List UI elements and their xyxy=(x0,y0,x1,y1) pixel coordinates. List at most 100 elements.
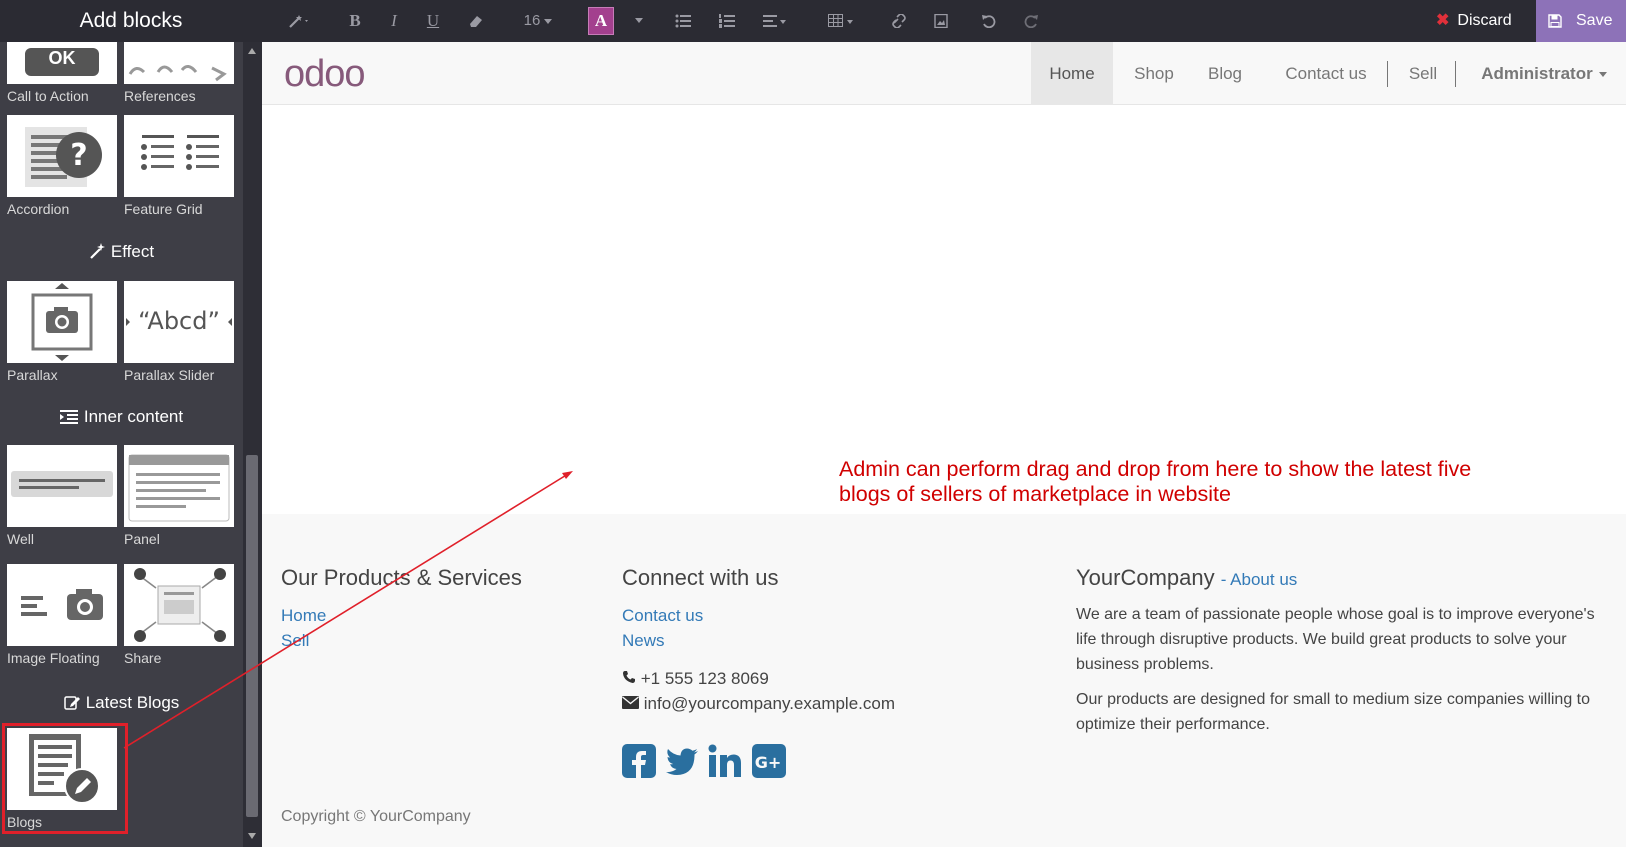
magic-wand-icon xyxy=(90,243,105,259)
section-inner-content: Inner content xyxy=(0,407,243,427)
nav-item-sell[interactable]: Sell xyxy=(1398,42,1448,105)
twitter-icon[interactable] xyxy=(665,744,699,778)
footer-about-paragraph-1: We are a team of passionate people whose… xyxy=(1076,606,1595,673)
website-footer: Our Products & Services Home Sell Connec… xyxy=(262,514,1626,847)
numbered-list-icon[interactable] xyxy=(714,7,740,35)
font-size-dropdown[interactable]: 16 xyxy=(516,7,560,35)
image-icon[interactable] xyxy=(928,7,954,35)
snippet-call-to-action[interactable]: OK Call to Action xyxy=(7,42,117,104)
footer-phone-text: +1 555 123 8069 xyxy=(640,669,769,688)
color-dropdown-caret[interactable] xyxy=(630,7,648,35)
footer-email-text: info@yourcompany.example.com xyxy=(643,694,896,713)
envelope-icon xyxy=(622,696,639,709)
nav-item-shop[interactable]: Shop xyxy=(1124,42,1184,105)
footer-link-news[interactable]: News xyxy=(622,631,665,651)
section-effect: Effect xyxy=(0,242,243,262)
snippet-label: Parallax Slider xyxy=(124,367,215,383)
user-menu[interactable]: Administrator xyxy=(1469,42,1619,105)
editor-toolbar: Add blocks B I U 16 A ✖ Discard Save xyxy=(0,0,1626,42)
share-thumbnail xyxy=(124,564,234,646)
redo-icon[interactable] xyxy=(1018,7,1044,35)
scroll-down-arrow[interactable] xyxy=(248,833,256,839)
svg-text:G+: G+ xyxy=(755,753,782,772)
copyright: Copyright © YourCompany xyxy=(281,808,471,825)
scroll-up-arrow[interactable] xyxy=(248,48,256,54)
about-us-link[interactable]: - About us xyxy=(1221,570,1298,589)
save-button[interactable]: Save xyxy=(1536,0,1626,42)
sidebar-scrollbar-thumb[interactable] xyxy=(246,455,258,817)
odoo-logo[interactable]: odoo xyxy=(284,55,366,93)
snippet-label: Well xyxy=(7,531,34,547)
annotation-note: Admin can perform drag and drop from her… xyxy=(839,457,1472,506)
nav-divider xyxy=(1455,61,1456,87)
bullet-list-icon[interactable] xyxy=(670,7,696,35)
footer-link-sell[interactable]: Sell xyxy=(281,631,309,651)
italic-button[interactable]: I xyxy=(381,7,407,35)
nav-item-blog[interactable]: Blog xyxy=(1199,42,1251,105)
svg-text:?: ? xyxy=(70,138,87,173)
accordion-thumbnail: ? xyxy=(7,115,117,197)
website-navbar: odoo Home Shop Blog Contact us Sell Admi… xyxy=(262,42,1626,105)
footer-company-title: YourCompany - About us xyxy=(1076,565,1297,591)
save-label: Save xyxy=(1576,12,1613,29)
discard-label: Discard xyxy=(1457,12,1512,29)
footer-email: info@yourcompany.example.com xyxy=(622,691,895,716)
edit-icon xyxy=(63,696,80,710)
ok-button-preview: OK xyxy=(25,48,99,76)
link-icon[interactable] xyxy=(886,7,912,35)
snippet-label: References xyxy=(124,88,196,104)
google-plus-icon[interactable]: G+ xyxy=(752,744,786,778)
call-to-action-thumbnail: OK xyxy=(7,42,117,84)
snippet-label: Accordion xyxy=(7,201,70,217)
nav-item-contact-us[interactable]: Contact us xyxy=(1262,42,1390,105)
indent-icon xyxy=(59,410,78,424)
eraser-icon[interactable] xyxy=(462,7,492,35)
snippet-parallax[interactable]: Parallax xyxy=(7,281,117,383)
footer-link-contact-us[interactable]: Contact us xyxy=(622,606,703,626)
footer-connect-title: Connect with us xyxy=(622,565,779,590)
bold-button[interactable]: B xyxy=(342,7,368,35)
website-preview: odoo Home Shop Blog Contact us Sell Admi… xyxy=(262,42,1626,847)
company-name: YourCompany xyxy=(1076,565,1215,590)
footer-link-home[interactable]: Home xyxy=(281,606,326,626)
section-latest-blogs-label: Latest Blogs xyxy=(85,693,180,712)
table-dropdown[interactable] xyxy=(824,7,860,35)
nav-divider xyxy=(1387,61,1388,87)
snippet-image-floating[interactable]: Image Floating xyxy=(7,564,117,666)
linkedin-icon[interactable] xyxy=(708,744,742,778)
section-inner-label: Inner content xyxy=(83,407,184,426)
align-dropdown[interactable] xyxy=(758,7,794,35)
nav-item-home[interactable]: Home xyxy=(1031,42,1113,105)
panel-thumbnail xyxy=(124,445,234,527)
snippet-label: Panel xyxy=(124,531,160,547)
facebook-icon[interactable] xyxy=(622,744,656,778)
section-effect-label: Effect xyxy=(110,242,155,261)
blogs-highlight-box xyxy=(2,723,128,834)
snippet-feature-grid[interactable]: Feature Grid xyxy=(124,115,234,217)
undo-icon[interactable] xyxy=(976,7,1002,35)
snippet-well[interactable]: Well xyxy=(7,445,117,547)
snippet-references[interactable]: References xyxy=(124,42,234,104)
feature-grid-thumbnail xyxy=(124,115,234,197)
snippet-label: Share xyxy=(124,650,162,666)
snippet-share[interactable]: Share xyxy=(124,564,234,666)
section-latest-blogs: Latest Blogs xyxy=(0,693,243,713)
discard-button[interactable]: ✖ Discard xyxy=(1420,0,1536,42)
close-icon: ✖ xyxy=(1436,12,1450,29)
snippet-label: Call to Action xyxy=(7,88,89,104)
chevron-down-icon xyxy=(1598,72,1607,78)
parallax-slider-thumbnail: “Abcd” xyxy=(124,281,234,363)
underline-button[interactable]: U xyxy=(420,7,446,35)
snippet-panel[interactable]: Panel xyxy=(124,445,234,547)
snippet-label: Parallax xyxy=(7,367,58,383)
style-wand-icon[interactable] xyxy=(285,7,315,35)
snippet-accordion[interactable]: ? Accordion xyxy=(7,115,117,217)
phone-icon xyxy=(623,671,635,683)
references-thumbnail xyxy=(124,42,234,84)
sidebar-title: Add blocks xyxy=(79,9,183,32)
footer-about-paragraph-2: Our products are designed for small to m… xyxy=(1076,691,1591,733)
footer-phone: +1 555 123 8069 xyxy=(622,666,769,691)
text-color-button[interactable]: A xyxy=(588,7,614,35)
snippet-parallax-slider[interactable]: “Abcd” Parallax Slider xyxy=(124,281,234,383)
footer-products-title: Our Products & Services xyxy=(281,565,522,590)
